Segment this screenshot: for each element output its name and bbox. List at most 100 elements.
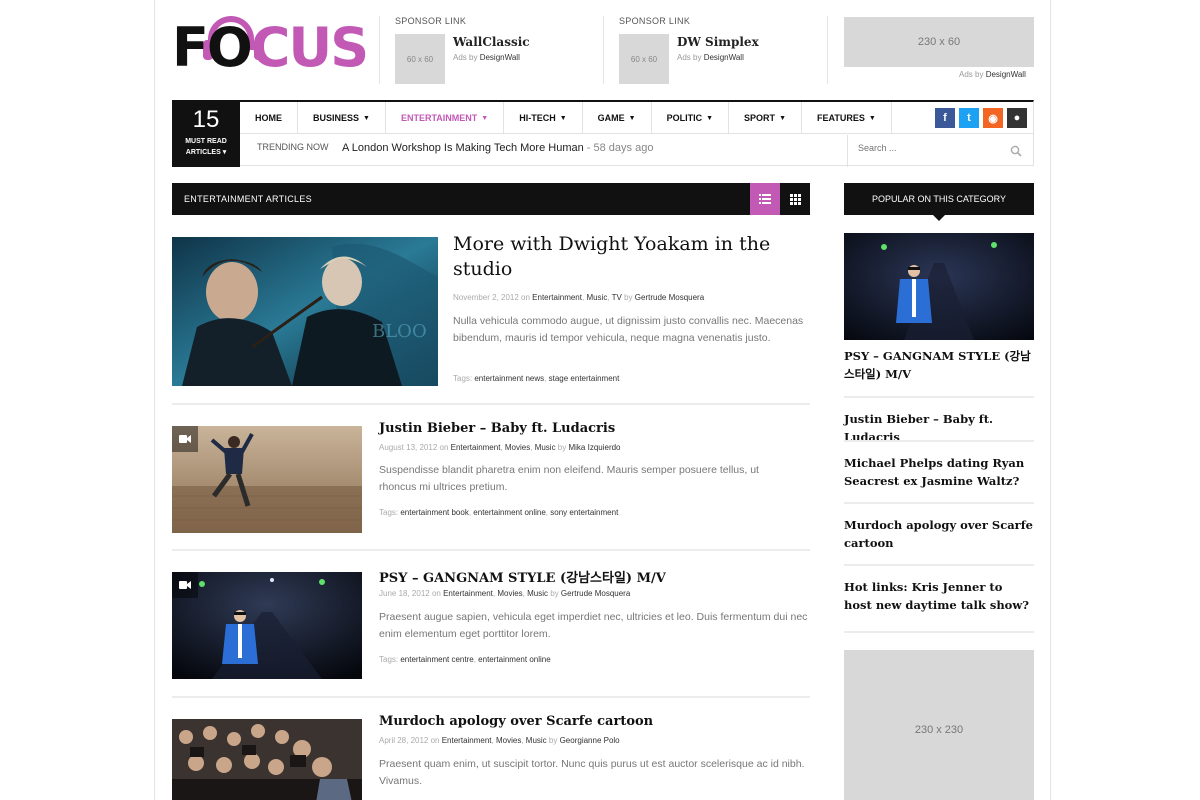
sponsor-link-1[interactable]: SPONSOR LINK 60 x 60 WallClassic Ads by …	[379, 16, 603, 84]
author-link[interactable]: Gertrude Mosquera	[635, 293, 704, 302]
ad-credit-link[interactable]: DesignWall	[986, 70, 1026, 79]
search-input[interactable]	[858, 143, 1008, 153]
category-link[interactable]: TV	[612, 293, 622, 302]
facebook-icon[interactable]: f	[935, 108, 955, 128]
must-read-toggle[interactable]: 15 MUST READ ARTICLES ▾	[172, 100, 240, 167]
nav-item-home[interactable]: HOME	[240, 102, 298, 134]
caret-down-icon: ▼	[779, 114, 786, 122]
sidebar-article-link[interactable]: Hot links: Kris Jenner to host new dayti…	[844, 578, 1034, 614]
post-date: November 2, 2012	[453, 293, 519, 302]
sponsor-thumbnail[interactable]: 60 x 60	[395, 34, 445, 84]
grid-view-button[interactable]	[780, 183, 810, 215]
pointer-arrow	[933, 215, 945, 221]
article-meta: August 13, 2012 on Entertainment, Movies…	[379, 443, 621, 452]
category-link[interactable]: Music	[535, 443, 556, 452]
banner-ad-top[interactable]: 230 x 60	[844, 17, 1034, 67]
tag-link[interactable]: entertainment centre	[400, 655, 473, 664]
article-title[interactable]: Murdoch apology over Scarfe cartoon	[379, 714, 653, 729]
section-header: ENTERTAINMENT ARTICLES	[172, 183, 810, 215]
divider	[844, 396, 1034, 398]
author-link[interactable]: Mika Izquierdo	[568, 443, 620, 452]
tag-link[interactable]: entertainment news	[474, 374, 544, 383]
post-date: June 18, 2012	[379, 589, 430, 598]
category-link[interactable]: Entertainment	[532, 293, 582, 302]
list-view-button[interactable]	[750, 183, 780, 215]
sponsor-credit: Ads by DesignWall	[453, 53, 520, 62]
grid-icon	[789, 193, 801, 205]
nav-item-entertainment[interactable]: ENTERTAINMENT ▼	[386, 102, 505, 134]
article-title[interactable]: Justin Bieber – Baby ft. Ludacris	[379, 421, 615, 436]
category-link[interactable]: Movies	[505, 443, 530, 452]
search-icon[interactable]	[1010, 145, 1022, 157]
must-read-label: ARTICLES	[185, 149, 221, 156]
nav-item-label: HI-TECH	[519, 113, 556, 123]
category-link[interactable]: Music	[527, 589, 548, 598]
video-camera-icon	[179, 581, 191, 589]
caret-down-icon: ▼	[559, 114, 567, 122]
tag-link[interactable]: entertainment book	[400, 508, 469, 517]
sidebar-ad[interactable]: 230 x 230	[844, 650, 1034, 800]
category-link[interactable]: Entertainment	[443, 589, 493, 598]
nav-item-business[interactable]: BUSINESS ▼	[298, 102, 386, 134]
sidebar-featured-image[interactable]	[844, 233, 1034, 340]
trending-headline-text[interactable]: A London Workshop Is Making Tech More Hu…	[342, 142, 584, 154]
article-tags: Tags: entertainment centre, entertainmen…	[379, 655, 551, 664]
tag-link[interactable]: entertainment online	[478, 655, 551, 664]
twitter-icon[interactable]: t	[959, 108, 979, 128]
sidebar-article-link[interactable]: PSY – GANGNAM STYLE (강남스타일) M/V	[844, 347, 1034, 383]
article-thumbnail[interactable]	[172, 426, 362, 533]
sidebar-article-link[interactable]: Murdoch apology over Scarfe cartoon	[844, 516, 1034, 552]
rss-icon[interactable]: ◉	[983, 108, 1003, 128]
divider	[844, 440, 1034, 442]
sponsor-title[interactable]: WallClassic	[453, 35, 530, 49]
article-excerpt: Praesent quam enim, ut suscipit tortor. …	[379, 758, 805, 787]
article-thumbnail[interactable]	[172, 719, 362, 800]
sponsor-label: SPONSOR LINK	[395, 16, 467, 26]
category-link[interactable]: Entertainment	[451, 443, 501, 452]
featured-article-title[interactable]: More with Dwight Yoakam in the studio	[453, 232, 793, 282]
caret-down-icon: ▼	[363, 114, 370, 122]
must-read-label: MUST READ	[185, 138, 227, 145]
user-icon[interactable]: ●	[1007, 108, 1027, 128]
site-logo[interactable]: FOCUS	[172, 14, 372, 76]
sponsor-title[interactable]: DW Simplex	[677, 35, 759, 49]
article-tags: Tags: entertainment news, stage entertai…	[453, 374, 620, 383]
author-link[interactable]: Gertrude Mosquera	[561, 589, 630, 598]
category-link[interactable]: Entertainment	[442, 736, 492, 745]
sponsor-credit-link[interactable]: DesignWall	[704, 53, 744, 62]
author-link[interactable]: Georgianne Polo	[560, 736, 620, 745]
nav-item-politic[interactable]: POLITIC ▼	[652, 102, 730, 134]
trending-headline[interactable]: A London Workshop Is Making Tech More Hu…	[342, 142, 653, 154]
sponsor-credit-link[interactable]: DesignWall	[480, 53, 520, 62]
divider	[172, 696, 810, 698]
chevron-down-icon: ▾	[222, 149, 227, 156]
nav-item-sport[interactable]: SPORT ▼	[729, 102, 802, 134]
category-link[interactable]: Music	[586, 293, 607, 302]
section-title: ENTERTAINMENT ARTICLES	[184, 194, 312, 204]
tag-link[interactable]: stage entertainment	[549, 374, 620, 383]
nav-item-label: ENTERTAINMENT	[400, 113, 478, 123]
featured-image[interactable]: BLOO	[172, 237, 438, 386]
header-divider	[827, 16, 828, 84]
article-thumbnail[interactable]	[172, 572, 362, 679]
sponsor-thumbnail[interactable]: 60 x 60	[619, 34, 669, 84]
must-read-count: 15	[192, 106, 220, 133]
tag-link[interactable]: sony entertainment	[550, 508, 618, 517]
article-title[interactable]: PSY – GANGNAM STYLE (강남스타일) M/V	[379, 567, 666, 586]
category-link[interactable]: Movies	[496, 736, 521, 745]
nav-item-game[interactable]: GAME ▼	[583, 102, 652, 134]
tag-link[interactable]: entertainment online	[473, 508, 546, 517]
svg-text:BLOO: BLOO	[372, 321, 427, 342]
nav-item-features[interactable]: FEATURES ▼	[802, 102, 892, 134]
category-link[interactable]: Music	[526, 736, 547, 745]
post-date: August 13, 2012	[379, 443, 438, 452]
article-meta: April 28, 2012 on Entertainment, Movies,…	[379, 736, 620, 745]
nav-item-hi-tech[interactable]: HI-TECH ▼	[504, 102, 583, 134]
sidebar-article-link[interactable]: Michael Phelps dating Ryan Seacrest ex J…	[844, 454, 1034, 490]
article-excerpt: Nulla vehicula commodo augue, ut digniss…	[453, 315, 804, 344]
article-meta: November 2, 2012 on Entertainment, Music…	[453, 293, 705, 302]
article-excerpt: Praesent augue sapien, vehicula eget imp…	[379, 611, 808, 640]
social-links: f t ◉ ●	[935, 108, 1027, 128]
sponsor-link-2[interactable]: SPONSOR LINK 60 x 60 DW Simplex Ads by D…	[603, 16, 827, 84]
category-link[interactable]: Movies	[497, 589, 522, 598]
